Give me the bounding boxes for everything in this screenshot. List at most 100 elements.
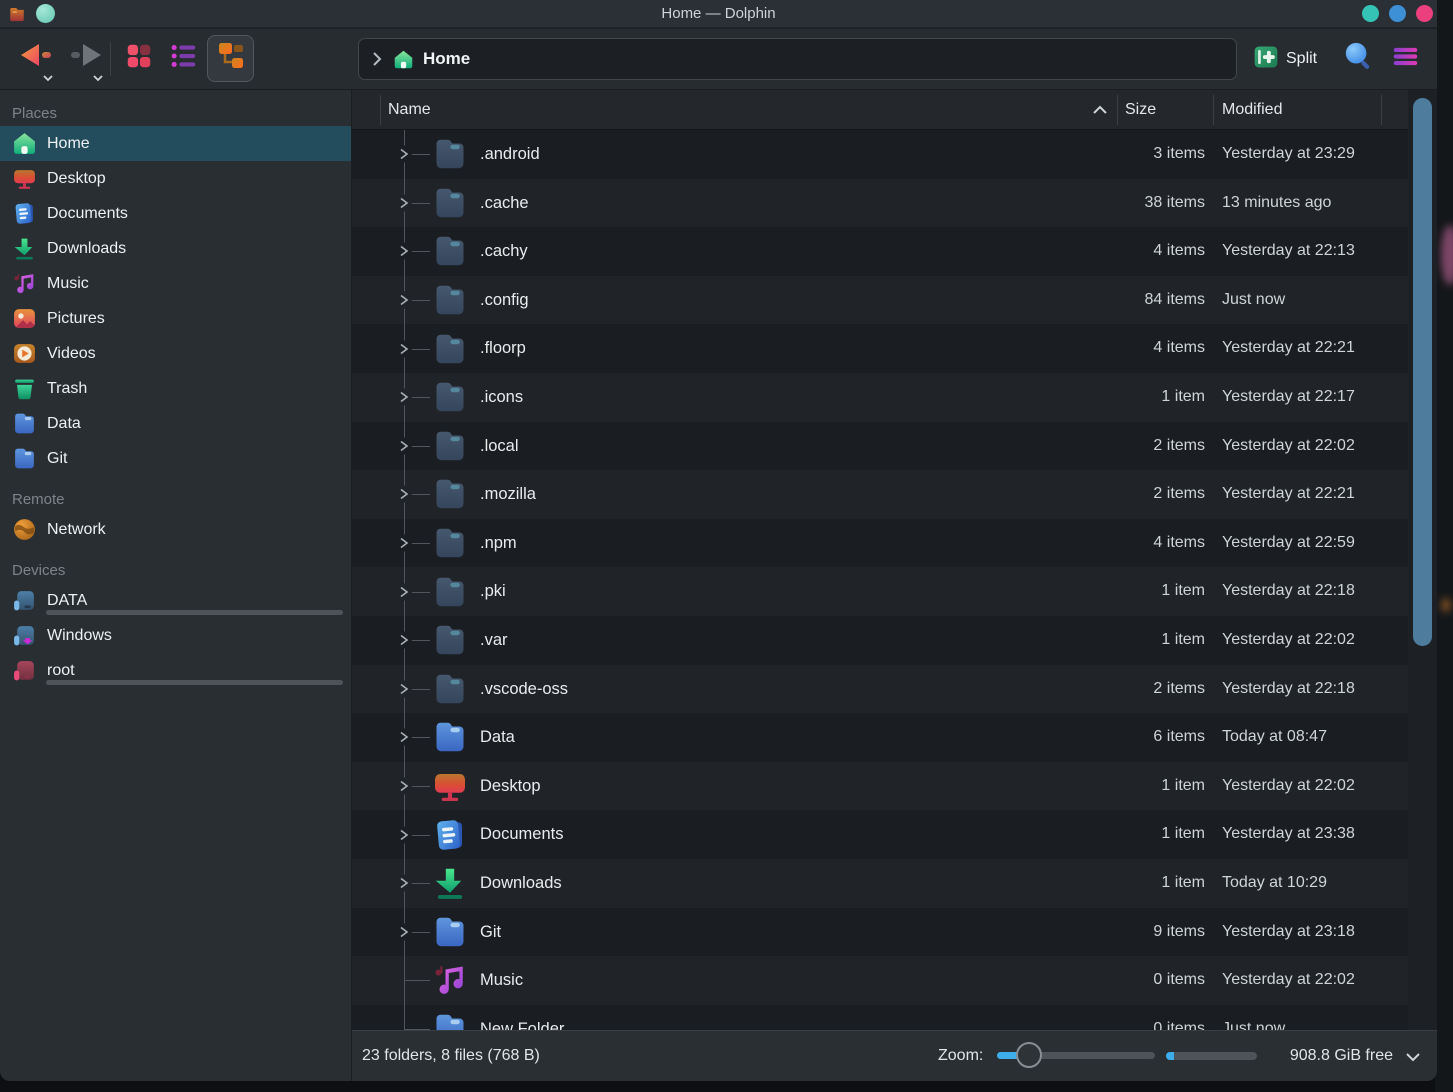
file-row[interactable]: .config 84 items Just now: [352, 276, 1408, 325]
file-name: .vscode-oss: [480, 665, 568, 714]
expander-chevron-icon[interactable]: [397, 583, 412, 600]
file-row[interactable]: Music 0 items Yesterday at 22:02: [352, 956, 1408, 1005]
sidebar-item-network[interactable]: Network: [0, 512, 351, 547]
sidebar-item-pictures[interactable]: Pictures: [0, 301, 351, 336]
tree-view-button[interactable]: [207, 35, 254, 82]
breadcrumb-segment-home[interactable]: Home: [393, 49, 470, 70]
sidebar-item-label: Git: [47, 450, 67, 468]
scrollbar-track[interactable]: [1408, 90, 1437, 1030]
file-row[interactable]: .var 1 item Yesterday at 22:02: [352, 616, 1408, 665]
file-row[interactable]: .mozilla 2 items Yesterday at 22:21: [352, 470, 1408, 519]
file-row[interactable]: .icons 1 item Yesterday at 22:17: [352, 373, 1408, 422]
hamburger-menu-button[interactable]: [1391, 44, 1420, 73]
expander-chevron-icon[interactable]: [397, 340, 412, 357]
expander-chevron-icon[interactable]: [397, 437, 412, 454]
documents-icon: [432, 817, 468, 853]
sidebar-item-label: Desktop: [47, 170, 106, 188]
titlebar[interactable]: Home — Dolphin: [0, 0, 1437, 28]
close-button[interactable]: [1416, 5, 1433, 22]
file-row[interactable]: .vscode-oss 2 items Yesterday at 22:18: [352, 665, 1408, 714]
back-dropdown-chevron-icon: [42, 69, 54, 77]
column-header-size[interactable]: Size: [1125, 90, 1156, 130]
back-button[interactable]: [18, 40, 54, 74]
minimize-button[interactable]: [1362, 5, 1379, 22]
expander-chevron-icon[interactable]: [397, 923, 412, 940]
column-separator[interactable]: [1381, 95, 1382, 125]
zoom-slider[interactable]: [997, 1052, 1155, 1059]
expander-chevron-icon[interactable]: [397, 535, 412, 552]
sidebar-section-header[interactable]: Devices: [0, 557, 351, 583]
file-row[interactable]: .android 3 items Yesterday at 23:29: [352, 130, 1408, 179]
sidebar-item-data[interactable]: DATA: [0, 583, 351, 618]
music-icon: [12, 271, 37, 296]
maximize-button[interactable]: [1389, 5, 1406, 22]
split-button[interactable]: Split: [1252, 43, 1317, 75]
file-row[interactable]: .local 2 items Yesterday at 22:02: [352, 422, 1408, 471]
forward-button[interactable]: [68, 40, 104, 74]
expander-chevron-icon[interactable]: [397, 632, 412, 649]
sidebar-item-desktop[interactable]: Desktop: [0, 161, 351, 196]
file-row[interactable]: Git 9 items Yesterday at 23:18: [352, 908, 1408, 957]
file-modified: Yesterday at 22:18: [1222, 567, 1355, 616]
sidebar-item-videos[interactable]: Videos: [0, 336, 351, 371]
file-row[interactable]: New Folder 0 items Just now: [352, 1005, 1408, 1030]
file-name: .cachy: [480, 227, 528, 276]
file-modified: Just now: [1222, 276, 1285, 325]
sidebar-item-documents[interactable]: Documents: [0, 196, 351, 231]
sidebar-item-downloads[interactable]: Downloads: [0, 231, 351, 266]
expander-chevron-icon[interactable]: [397, 875, 412, 892]
free-space-chevron-icon[interactable]: [1405, 1050, 1421, 1062]
sidebar-item-music[interactable]: Music: [0, 266, 351, 301]
file-row[interactable]: Data 6 items Today at 08:47: [352, 713, 1408, 762]
location-bar[interactable]: Home: [358, 38, 1237, 80]
expander-chevron-icon[interactable]: [397, 243, 412, 260]
tree-view-icon: [215, 40, 247, 77]
sidebar-item-home[interactable]: Home: [0, 126, 351, 161]
expander-chevron-icon[interactable]: [397, 486, 412, 503]
sidebar-item-data[interactable]: Data: [0, 406, 351, 441]
file-modified: Yesterday at 22:02: [1222, 616, 1355, 665]
icons-view-button[interactable]: [124, 43, 154, 73]
column-separator[interactable]: [1213, 95, 1214, 125]
file-row[interactable]: .npm 4 items Yesterday at 22:59: [352, 519, 1408, 568]
expander-chevron-icon[interactable]: [397, 194, 412, 211]
expander-chevron-icon[interactable]: [397, 729, 412, 746]
file-name: .mozilla: [480, 470, 536, 519]
details-view-button[interactable]: [169, 43, 199, 73]
sidebar-item-label: Pictures: [47, 310, 105, 328]
file-row[interactable]: .pki 1 item Yesterday at 22:18: [352, 567, 1408, 616]
file-row[interactable]: Documents 1 item Yesterday at 23:38: [352, 810, 1408, 859]
column-header: Name Size Modified: [352, 90, 1408, 130]
disk-capacity-bar: [1166, 1052, 1257, 1060]
search-button[interactable]: [1343, 43, 1373, 73]
sidebar-section-header[interactable]: Places: [0, 100, 351, 126]
file-row[interactable]: Downloads 1 item Today at 10:29: [352, 859, 1408, 908]
file-modified: Yesterday at 22:02: [1222, 956, 1355, 1005]
icons-view-icon: [124, 41, 154, 76]
file-row[interactable]: Desktop 1 item Yesterday at 22:02: [352, 762, 1408, 811]
expander-chevron-icon[interactable]: [397, 778, 412, 795]
column-header-name[interactable]: Name: [388, 90, 431, 130]
column-separator[interactable]: [1117, 95, 1118, 125]
expander-chevron-icon[interactable]: [397, 389, 412, 406]
zoom-slider-handle[interactable]: [1016, 1042, 1042, 1068]
sidebar-item-label: Windows: [47, 627, 112, 645]
file-modified: Yesterday at 22:13: [1222, 227, 1355, 276]
expander-chevron-icon[interactable]: [397, 292, 412, 309]
sidebar-item-root[interactable]: root: [0, 653, 351, 688]
expander-chevron-icon[interactable]: [397, 146, 412, 163]
column-header-modified[interactable]: Modified: [1222, 90, 1282, 130]
sidebar-item-git[interactable]: Git: [0, 441, 351, 476]
file-row[interactable]: .floorp 4 items Yesterday at 22:21: [352, 324, 1408, 373]
folder-hidden-icon: [432, 476, 468, 512]
scrollbar-thumb[interactable]: [1413, 98, 1432, 646]
sidebar-item-trash[interactable]: Trash: [0, 371, 351, 406]
sidebar-item-windows[interactable]: Windows: [0, 618, 351, 653]
sidebar-section-header[interactable]: Remote: [0, 486, 351, 512]
expander-chevron-icon[interactable]: [397, 680, 412, 697]
file-row[interactable]: .cache 38 items 13 minutes ago: [352, 179, 1408, 228]
file-row[interactable]: .cachy 4 items Yesterday at 22:13: [352, 227, 1408, 276]
expander-chevron-icon[interactable]: [397, 826, 412, 843]
capacity-bar: [46, 680, 343, 685]
file-rows: .android 3 items Yesterday at 23:29 .cac…: [352, 130, 1408, 1030]
